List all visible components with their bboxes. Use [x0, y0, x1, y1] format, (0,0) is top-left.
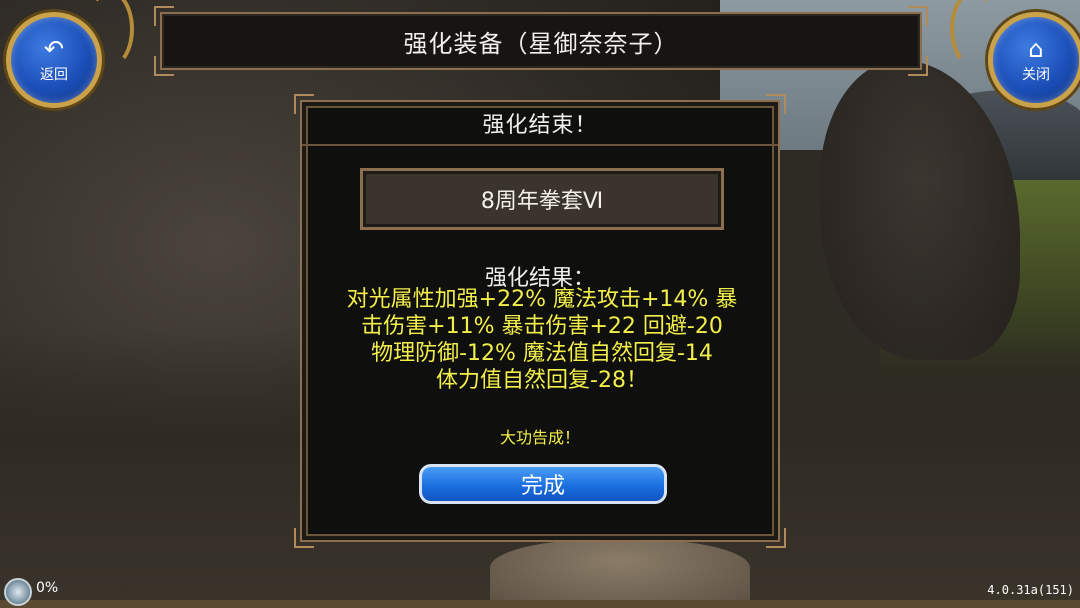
back-arrow-icon: ↶	[43, 35, 65, 63]
item-name-box: 8周年拳套Ⅵ	[360, 168, 724, 230]
bottom-progress-bar	[0, 600, 1080, 608]
back-label: 返回	[40, 67, 68, 83]
done-button[interactable]: 完成	[419, 464, 667, 504]
close-button[interactable]: ⌂ 关闭	[988, 12, 1080, 108]
result-line: 物理防御-12% 魔法值自然回复-14	[371, 341, 713, 366]
progress-percent: 0%	[36, 580, 59, 596]
download-status-icon	[4, 578, 32, 606]
result-stats: 对光属性加强+22% 魔法攻击+14% 暴 击伤害+11% 暴击伤害+22 回避…	[322, 286, 762, 394]
dialog-title-text: 强化结束！	[482, 113, 598, 138]
dialog-title: 强化结束！	[302, 102, 778, 146]
title-bar: 强化装备（星御奈奈子）	[154, 6, 928, 76]
corner-ornament	[766, 528, 786, 548]
item-name: 8周年拳套Ⅵ	[480, 189, 604, 214]
corner-ornament	[908, 6, 928, 26]
enhance-result-dialog: 强化结束！ 8周年拳套Ⅵ 强化结果： 对光属性加强+22% 魔法攻击+14% 暴…	[294, 94, 786, 548]
result-line: 对光属性加强+22% 魔法攻击+14% 暴	[346, 287, 738, 312]
done-label: 完成	[520, 474, 565, 499]
corner-ornament	[908, 56, 928, 76]
page-title: 强化装备（星御奈奈子）	[403, 29, 679, 58]
result-line: 体力值自然回复-28！	[436, 368, 648, 393]
version-label: 4.0.31a(151)	[987, 583, 1074, 597]
foreground-boulder	[490, 540, 750, 608]
close-label: 关闭	[1022, 67, 1050, 83]
corner-ornament	[294, 528, 314, 548]
back-button[interactable]: ↶ 返回	[6, 12, 102, 108]
corner-ornament	[154, 6, 174, 26]
result-line: 击伤害+11% 暴击伤害+22 回避-20	[361, 314, 723, 339]
success-message: 大功告成！	[499, 428, 580, 447]
corner-ornament	[154, 56, 174, 76]
home-icon: ⌂	[1028, 35, 1044, 63]
